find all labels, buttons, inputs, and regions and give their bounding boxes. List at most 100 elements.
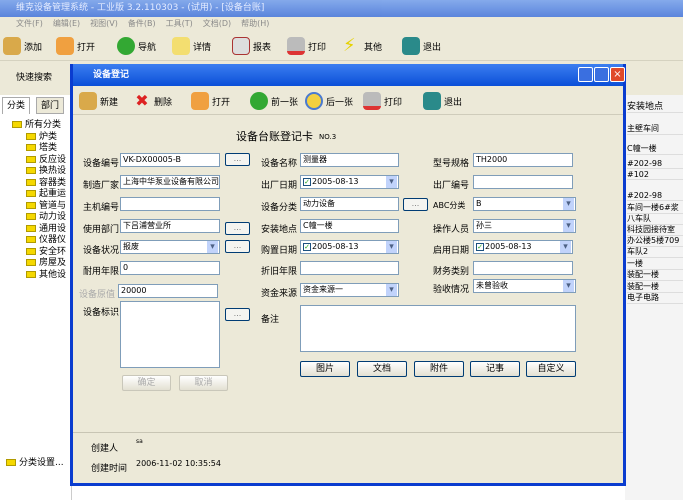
finance-input[interactable] (473, 261, 573, 275)
navigate-button[interactable]: 导航 (117, 35, 156, 57)
start-date-picker[interactable]: ✓ 2005-08-13 (473, 240, 573, 254)
folder-icon (172, 37, 190, 55)
next-button[interactable]: 后一张 (305, 90, 353, 112)
maker-input[interactable]: 上海中华泵业设备有限公司 (120, 175, 220, 189)
mark-textarea[interactable] (120, 301, 220, 368)
notes-button[interactable]: 记事 (470, 361, 520, 377)
location-cell[interactable]: 车队2 (627, 246, 683, 258)
acceptance-select[interactable]: 未曾验收 (473, 279, 576, 293)
category-input[interactable]: 动力设备 (300, 197, 399, 211)
purchase-date-picker[interactable]: ✓ 2005-08-13 (300, 240, 399, 254)
status-select[interactable]: 报废 (120, 240, 220, 254)
details-button[interactable]: 详情 (172, 35, 211, 57)
dept-input[interactable]: 下吕浦营业所 (120, 219, 220, 233)
tree-item[interactable]: 起重运 (26, 189, 66, 200)
navigate-icon (117, 37, 135, 55)
tree-item[interactable]: 反应设 (26, 155, 66, 166)
delete-button[interactable]: ✖ 删除 (133, 90, 172, 112)
mark-browse-button[interactable]: ... (225, 308, 250, 321)
checkbox-checked-icon[interactable]: ✓ (303, 243, 311, 251)
other-button[interactable]: ⚡ 其他 (343, 35, 382, 57)
tree-item[interactable]: 换热设 (26, 166, 66, 177)
remark-textarea[interactable] (300, 305, 576, 352)
picture-button[interactable]: 图片 (300, 361, 350, 377)
location-cell[interactable]: #102 (627, 170, 683, 180)
report-button[interactable]: 报表 (232, 35, 271, 57)
menu-edit[interactable]: 编辑(E) (53, 19, 80, 28)
menu-docs[interactable]: 文档(D) (203, 19, 231, 28)
location-cell[interactable]: #202-98 (627, 191, 683, 201)
attachment-button[interactable]: 附件 (414, 361, 464, 377)
menu-view[interactable]: 视图(V) (90, 19, 118, 28)
menu-tools[interactable]: 工具(T) (166, 19, 193, 28)
category-settings[interactable]: 分类设置... (6, 455, 64, 468)
status-browse-button[interactable]: ... (225, 240, 250, 253)
ok-button[interactable]: 确定 (122, 375, 171, 391)
menu-parts[interactable]: 备件(B) (128, 19, 156, 28)
depr-years-input[interactable] (300, 261, 399, 275)
life-label: 耐用年限 (83, 267, 120, 277)
factory-no-input[interactable] (473, 175, 573, 189)
tree-item[interactable]: 房屋及 (26, 258, 66, 269)
print-button[interactable]: 打印 (363, 90, 402, 112)
equip-no-browse-button[interactable]: ... (225, 153, 250, 166)
dept-browse-button[interactable]: ... (225, 222, 250, 235)
previous-button[interactable]: 前一张 (250, 90, 298, 112)
quick-search-label[interactable]: 快速搜索 (16, 70, 52, 83)
menu-help[interactable]: 帮助(H) (241, 19, 269, 28)
menu-file[interactable]: 文件(F) (16, 19, 43, 28)
orig-value-label: 设备原值 (79, 290, 116, 300)
folder-icon (26, 224, 36, 232)
maximize-button[interactable] (594, 67, 609, 82)
tree-item[interactable]: 通用设 (26, 224, 66, 235)
tree-item[interactable]: 容器类 (26, 178, 66, 189)
name-input[interactable]: 测量器 (300, 153, 399, 167)
document-button[interactable]: 文档 (357, 361, 407, 377)
minimize-button[interactable] (578, 67, 593, 82)
checkbox-checked-icon[interactable]: ✓ (476, 243, 484, 251)
exit-icon (402, 37, 420, 55)
abc-select[interactable]: B (473, 197, 576, 211)
tree-item[interactable]: 动力设 (26, 212, 66, 223)
tree-item[interactable]: 炉类 (26, 132, 57, 143)
tree-item[interactable]: 其他设 (26, 270, 66, 281)
category-browse-button[interactable]: ... (403, 198, 428, 211)
exit-button[interactable]: 退出 (402, 35, 441, 57)
exit-button[interactable]: 退出 (423, 90, 462, 112)
cancel-button[interactable]: 取消 (179, 375, 228, 391)
tab-department[interactable]: 部门 (36, 97, 65, 114)
custom-button[interactable]: 自定义 (526, 361, 576, 377)
location-cell[interactable]: C幢一楼 (627, 143, 683, 155)
checkbox-checked-icon[interactable]: ✓ (303, 178, 311, 186)
life-input[interactable]: 0 (120, 261, 220, 275)
tree-item[interactable]: 塔类 (26, 143, 57, 154)
location-input[interactable]: C幢一楼 (300, 219, 399, 233)
acceptance-label: 验收情况 (433, 285, 470, 295)
tab-category[interactable]: 分类 (2, 97, 31, 114)
folder-icon (26, 144, 36, 151)
host-no-input[interactable] (120, 197, 220, 211)
tree-item[interactable]: 所有分类 (12, 120, 61, 131)
operator-select[interactable]: 孙三 (473, 219, 576, 233)
folder-icon (26, 155, 36, 163)
add-button[interactable]: 添加 (3, 35, 42, 57)
location-cell[interactable]: 装配一楼 (627, 269, 683, 281)
new-button[interactable]: 新建 (79, 90, 118, 112)
location-cell[interactable]: 电子电路 (627, 292, 683, 304)
location-cell[interactable]: 主壁车间 (627, 123, 683, 135)
tree-item[interactable]: 安全环 (26, 247, 66, 258)
factory-date-picker[interactable]: ✓ 2005-08-13 (300, 175, 399, 189)
equip-no-input[interactable]: VK-DX00005-B (120, 153, 220, 167)
orig-value-input[interactable]: 20000 (118, 284, 218, 298)
open-button[interactable]: 打开 (191, 90, 230, 112)
column-header-location[interactable]: 安装地点 (627, 99, 683, 113)
open-button[interactable]: 打开 (56, 35, 95, 57)
print-button[interactable]: 打印 (287, 35, 326, 57)
close-button[interactable]: × (610, 67, 625, 82)
tree-item[interactable]: 管道与 (26, 201, 66, 212)
remark-label: 备注 (261, 315, 280, 325)
tree-item[interactable]: 仪器仪 (26, 235, 66, 246)
fund-select[interactable]: 资金来源一 (300, 283, 399, 297)
model-input[interactable]: TH2000 (473, 153, 573, 167)
location-cell[interactable]: #202-98 (627, 159, 683, 169)
